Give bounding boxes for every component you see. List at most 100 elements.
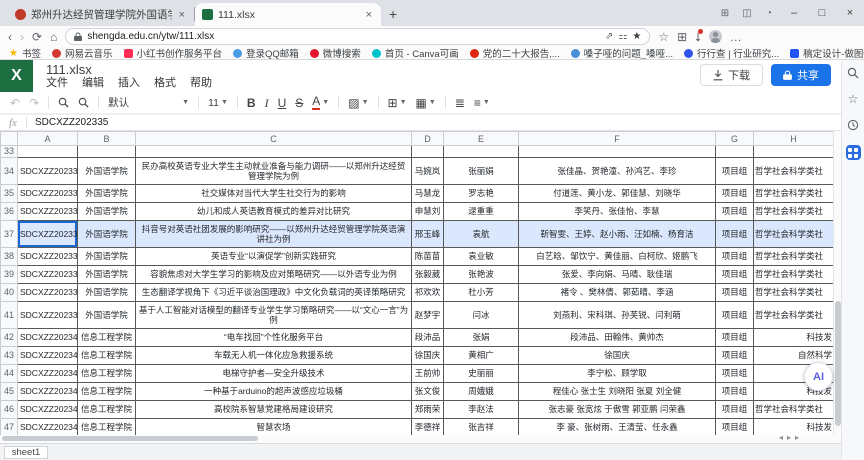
cell-A39[interactable]: SDCXZZ202337 <box>18 266 78 284</box>
cell-E39[interactable]: 张艳波 <box>444 266 519 284</box>
cell-F43[interactable]: 徐国庆 <box>519 347 716 365</box>
cell-B40[interactable]: 外国语学院 <box>78 284 136 302</box>
cell-A38[interactable]: SDCXZZ202336 <box>18 248 78 266</box>
cell-F44[interactable]: 李宁松、顾学取 <box>519 365 716 383</box>
cell-D46[interactable]: 郑雨荣 <box>412 401 444 419</box>
column-header-E[interactable]: E <box>444 132 519 146</box>
back-icon[interactable]: ‹ <box>8 31 12 43</box>
cell-G41[interactable]: 项目组 <box>716 302 754 329</box>
menu-item-2[interactable]: 插入 <box>118 74 140 90</box>
copilot-icon[interactable]: ◔ <box>758 8 780 19</box>
cell-A37[interactable]: SDCXZZ202335 <box>18 221 78 248</box>
cell-D38[interactable]: 陈苗苗 <box>412 248 444 266</box>
bookmark-item[interactable]: ★书签 <box>9 47 41 60</box>
cell-G46[interactable]: 项目组 <box>716 401 754 419</box>
row-header-46[interactable]: 46 <box>1 401 18 419</box>
sidebar-search-icon[interactable] <box>847 67 859 79</box>
cell-B42[interactable]: 信息工程学院 <box>78 329 136 347</box>
cell-B34[interactable]: 外国语学院 <box>78 158 136 185</box>
cell-A35[interactable]: SDCXZZ202333 <box>18 185 78 203</box>
cell-G39[interactable]: 项目组 <box>716 266 754 284</box>
row-header-36[interactable]: 36 <box>1 203 18 221</box>
cell-A46[interactable]: SDCXZZ202344 <box>18 401 78 419</box>
cell-C39[interactable]: 容貌焦虑对大学生学习的影响及应对策略研究——以外语专业为例 <box>136 266 412 284</box>
cell-D44[interactable]: 王前帅 <box>412 365 444 383</box>
cell-B36[interactable]: 外国语学院 <box>78 203 136 221</box>
menu-item-3[interactable]: 格式 <box>154 74 176 90</box>
cell-F35[interactable]: 付道莲、黄小龙、郭佳慧、刘晓华 <box>519 185 716 203</box>
vertical-scrollbar[interactable] <box>833 131 841 435</box>
downloads-icon[interactable]: ⭣ <box>695 31 701 43</box>
text-color-icon[interactable]: A▼ <box>312 95 329 110</box>
redo-icon[interactable]: ↷ <box>29 97 39 109</box>
row-header-40[interactable]: 40 <box>1 284 18 302</box>
cell-F33[interactable]: 黄晶、甘雨晨、魏晶晶 <box>519 146 716 158</box>
cell-F36[interactable]: 李笑丹、张佳怡、李慧 <box>519 203 716 221</box>
cell-C38[interactable]: 英语专业“以演促学”创新实践研究 <box>136 248 412 266</box>
cell-C40[interactable]: 生态翻译学视角下《习近平谈治国理政》中文化负载词的英译策略研究 <box>136 284 412 302</box>
column-header-D[interactable]: D <box>412 132 444 146</box>
cell-F41[interactable]: 刘燕利、宋科琪、孙芙锐、闫利萌 <box>519 302 716 329</box>
cell-B45[interactable]: 信息工程学院 <box>78 383 136 401</box>
cell-C44[interactable]: 电梯守护者—安全升级技术 <box>136 365 412 383</box>
cell-C41[interactable]: 基于人工智能对话模型的翻译专业学生学习策略研究——以“文心一言”为例 <box>136 302 412 329</box>
cell-A33[interactable]: SDCXZZ202331 <box>18 146 78 158</box>
cell-A36[interactable]: SDCXZZ202334 <box>18 203 78 221</box>
cell-A34[interactable]: SDCXZZ202332 <box>18 158 78 185</box>
italic-icon[interactable]: I <box>265 97 269 109</box>
cell-E35[interactable]: 罗志艳 <box>444 185 519 203</box>
sidebar-extension-icon[interactable] <box>846 145 861 160</box>
tab-close-icon[interactable]: × <box>177 9 187 21</box>
tab-college-site[interactable]: 郑州升达经贸管理学院外国语学院 × <box>8 3 194 26</box>
row-header-34[interactable]: 34 <box>1 158 18 185</box>
cell-C36[interactable]: 幼儿和成人英语教育模式的差异对比研究 <box>136 203 412 221</box>
cell-E33[interactable]: 李晓敏 <box>444 146 519 158</box>
horizontal-scrollbar[interactable]: ◂▸▸ <box>0 435 841 443</box>
row-header-43[interactable]: 43 <box>1 347 18 365</box>
ai-assistant-button[interactable]: AI <box>804 362 833 391</box>
fill-color-icon[interactable]: ▨▼ <box>348 97 368 109</box>
bookmark-item[interactable]: 首页 - Canva可画 <box>372 47 459 60</box>
cell-B39[interactable]: 外国语学院 <box>78 266 136 284</box>
minimize-icon[interactable]: – <box>780 7 808 19</box>
url-field[interactable]: shengda.edu.cn/ytw/111.xlsx ⇗ ⚏ ★ <box>65 28 650 45</box>
font-name-select[interactable]: 默认▼ <box>108 95 189 110</box>
column-header-B[interactable]: B <box>78 132 136 146</box>
font-size-select[interactable]: 11▼ <box>208 97 228 109</box>
forward-icon[interactable]: › <box>20 31 24 43</box>
profile-avatar[interactable] <box>709 30 722 43</box>
cell-G38[interactable]: 项目组 <box>716 248 754 266</box>
cell-H38[interactable]: 哲学社会科学类社 <box>754 248 834 266</box>
cell-A40[interactable]: SDCXZZ202338 <box>18 284 78 302</box>
close-icon[interactable]: × <box>836 7 864 19</box>
cell-C33[interactable]: 电影对——大学生的高校美育教育 <box>136 146 412 158</box>
menu-item-0[interactable]: 文件 <box>46 74 68 90</box>
cell-B41[interactable]: 外国语学院 <box>78 302 136 329</box>
new-tab-icon[interactable]: + <box>389 6 397 22</box>
strikethrough-icon[interactable]: S <box>295 97 303 109</box>
menu-item-1[interactable]: 编辑 <box>82 74 104 90</box>
bookmark-item[interactable]: 嗓子哑的问题_嗓哑... <box>571 47 673 60</box>
cell-D43[interactable]: 徐国庆 <box>412 347 444 365</box>
cell-G37[interactable]: 项目组 <box>716 221 754 248</box>
tab-xlsx[interactable]: 111.xlsx × <box>195 3 381 26</box>
cell-A44[interactable]: SDCXZZ202342 <box>18 365 78 383</box>
cell-A42[interactable]: SDCXZZ202340 <box>18 329 78 347</box>
column-header-H[interactable]: H <box>754 132 834 146</box>
cell-B38[interactable]: 外国语学院 <box>78 248 136 266</box>
home-icon[interactable]: ⌂ <box>50 31 57 43</box>
cell-H35[interactable]: 哲学社会科学类社 <box>754 185 834 203</box>
cell-D33[interactable]: 杨景玉 <box>412 146 444 158</box>
cell-D41[interactable]: 赵梦宇 <box>412 302 444 329</box>
cell-G34[interactable]: 项目组 <box>716 158 754 185</box>
cell-F37[interactable]: 靳智雯、王婷、赵小雨、汪如楠、杨育洁 <box>519 221 716 248</box>
bookmark-item[interactable]: 稿定设计-做图做视... <box>790 47 864 60</box>
cell-E44[interactable]: 史丽丽 <box>444 365 519 383</box>
cell-G43[interactable]: 项目组 <box>716 347 754 365</box>
cell-E36[interactable]: 逯重重 <box>444 203 519 221</box>
cell-E34[interactable]: 张丽娟 <box>444 158 519 185</box>
cell-D34[interactable]: 马婉岚 <box>412 158 444 185</box>
cell-A43[interactable]: SDCXZZ202341 <box>18 347 78 365</box>
sidebar-history-icon[interactable] <box>847 119 859 131</box>
cell-D35[interactable]: 马慧龙 <box>412 185 444 203</box>
